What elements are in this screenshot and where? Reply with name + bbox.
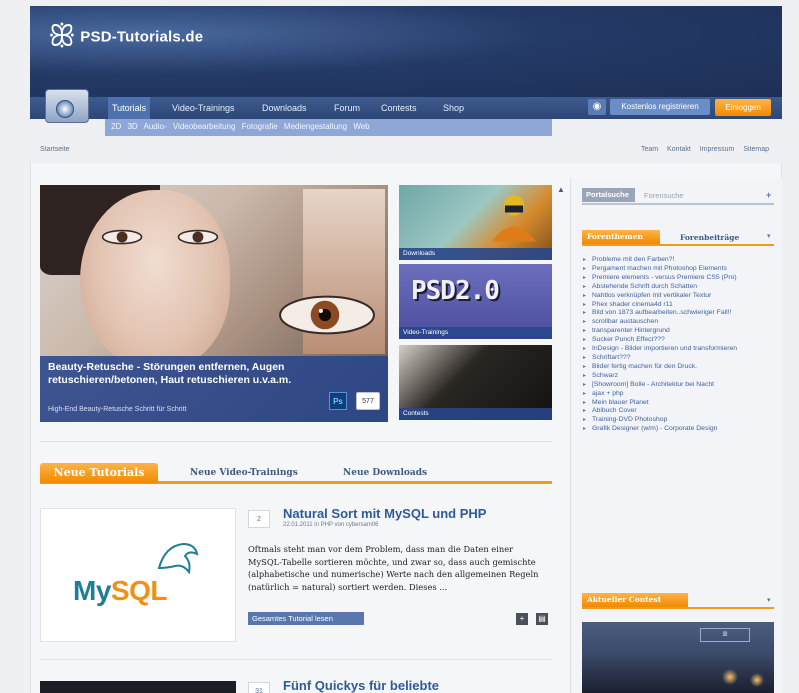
register-button[interactable]: Kostenlos registrieren (610, 99, 710, 115)
breadcrumb[interactable]: Startseite (40, 146, 70, 153)
list-item[interactable]: ▸ Schwarz (582, 372, 777, 381)
subnav-mediengestaltung[interactable]: Mediengestaltung (284, 122, 347, 131)
eye-closeup-image (279, 295, 375, 335)
article-number-badge: 2 (248, 510, 270, 528)
utility-kontakt[interactable]: Kontakt (667, 146, 691, 153)
nav-tab-tutorials[interactable]: Tutorials (108, 97, 151, 119)
scroll-up-icon[interactable]: ▲ (557, 185, 565, 194)
hero-title[interactable]: Beauty-Retusche - Störungen entfernen, A… (48, 361, 313, 387)
thumb-downloads[interactable]: Downloads (399, 185, 552, 260)
utility-impressum[interactable]: Impressum (700, 146, 735, 153)
tab-current-contest[interactable]: Aktueller Contest (582, 593, 688, 607)
article-image[interactable] (40, 681, 236, 693)
list-item[interactable]: ▸ Bilder fertig machen für den Druck. (582, 363, 777, 372)
tab-new-video-trainings[interactable]: Neue Video-Trainings (190, 468, 298, 478)
article-excerpt: Oftmals steht man vor dem Problem, dass … (248, 544, 539, 592)
utility-sitemap[interactable]: Sitemap (743, 146, 769, 153)
chevron-down-icon[interactable]: ▾ (767, 596, 771, 604)
subnav-fotografie[interactable]: Fotografie (242, 122, 278, 131)
divider (40, 659, 552, 660)
divider (582, 244, 774, 246)
list-item[interactable]: ▸ ajax + php (582, 390, 777, 399)
thumb-contests-label: Contests (399, 408, 552, 420)
mysql-dolphin-icon (157, 542, 199, 575)
tab-portal-search[interactable]: Portalsuche (582, 188, 635, 202)
divider (582, 607, 774, 609)
list-item[interactable]: ▸ Phex shader cinema4d r11 (582, 301, 777, 310)
tab-forum-search[interactable]: Forensuche (644, 191, 684, 200)
nav-tab-shop[interactable]: Shop (439, 97, 468, 119)
nav-tab-contests[interactable]: Contests (377, 97, 421, 119)
list-item[interactable]: ▸ Mein blauer Planet (582, 399, 777, 408)
list-item[interactable]: ▸ InDesign - Bilder importieren und trans… (582, 345, 777, 354)
subnav-2d[interactable]: 2D (111, 122, 121, 131)
list-item[interactable]: ▸ Probleme mit den Farben?! (582, 256, 777, 265)
pdf-icon[interactable]: ▤ (536, 613, 548, 625)
helmet-person-image (492, 195, 536, 242)
utility-team[interactable]: Team (641, 146, 658, 153)
site-name: PSD-Tutorials.de (80, 28, 204, 46)
login-button[interactable]: Einloggen (715, 99, 771, 116)
list-item[interactable]: ▸ Schriftart??? (582, 354, 777, 363)
tab-new-tutorials[interactable]: Neue Tutorials (40, 463, 158, 483)
list-item[interactable]: ▸ Abibuch Cover (582, 407, 777, 416)
list-item[interactable]: ▸ Training-DVD Photoshop (582, 416, 777, 425)
tutorial-category-icon (45, 89, 89, 123)
thumb-downloads-label: Downloads (399, 248, 552, 260)
list-item[interactable]: ▸ Pergament machen mit Photoshop Elements (582, 265, 777, 274)
mysql-logo: MySQL (73, 575, 167, 607)
hero-eyes-image (101, 229, 219, 245)
article-title[interactable]: Fünf Quickys für beliebte (283, 678, 439, 693)
thumb-video-label: Video-Trainings (399, 327, 552, 339)
list-item[interactable]: ▸ transparenter Hintergrund (582, 327, 777, 336)
subnav-web[interactable]: Web (353, 122, 369, 131)
page: ꕥ PSD-Tutorials.de Tutorials Video-Train… (0, 0, 799, 693)
chevron-down-icon[interactable]: ▾ (767, 232, 771, 240)
list-item[interactable]: ▸ Sucker Punch Effect??? (582, 336, 777, 345)
site-header (30, 6, 782, 98)
list-item[interactable]: ▸ Abstehende Schrift durch Schatten (582, 283, 777, 292)
article-number-badge: 31 (248, 682, 270, 693)
photoshop-icon: Ps (329, 392, 347, 410)
read-more-button[interactable]: Gesamtes Tutorial lesen (248, 612, 364, 625)
article-meta: 22.01.2011 in PHP von cybersam06 (283, 522, 379, 528)
forum-topic-list: ▸ Probleme mit den Farben?! ▸ Pergament ma… (582, 256, 777, 434)
comment-count-badge[interactable]: 577 (356, 392, 380, 410)
list-item[interactable]: ▸ [Showroom] Bolle - Architektur bei Nach… (582, 381, 777, 390)
site-logo[interactable]: ꕥ PSD-Tutorials.de (48, 22, 203, 52)
hero-subtitle: High-End Beauty-Retusche Schritt für Sch… (48, 406, 187, 413)
utility-links: Team Kontakt Impressum Sitemap (634, 146, 769, 153)
list-item[interactable]: ▸ Nahtlos verknüpfen mit vertikaler Textu… (582, 292, 777, 301)
eye-icon[interactable]: ◉ (588, 99, 606, 115)
tab-new-downloads[interactable]: Neue Downloads (343, 468, 427, 478)
nav-tab-downloads[interactable]: Downloads (258, 97, 311, 119)
subnav-audio[interactable]: Audio- (143, 122, 166, 131)
list-item[interactable]: ▸ Bild von 1873 aufbearbeiten..schwierige… (582, 309, 777, 318)
list-item[interactable]: ▸ scrollbar austauschen (582, 318, 777, 327)
tab-forum-posts[interactable]: Forenbeiträge (680, 233, 739, 242)
list-item[interactable]: ▸ Grafik Designer (w/m) - Corporate Desig… (582, 425, 777, 434)
tab-forum-topics[interactable]: Forenthemen (582, 230, 660, 244)
nav-tab-video-trainings[interactable]: Video-Trainings (168, 97, 239, 119)
expand-plus-icon[interactable]: + (766, 190, 771, 200)
add-icon[interactable]: + (516, 613, 528, 625)
sub-nav: 2D 3D Audio- Videobearbeitung Fotografie… (105, 119, 552, 136)
divider (582, 203, 774, 205)
subnav-3d[interactable]: 3D (127, 122, 137, 131)
article-title[interactable]: Natural Sort mit MySQL und PHP (283, 506, 486, 521)
mysql-logo-sql: SQL (110, 575, 168, 606)
thumb-video-big-text: PSD2.0 (411, 276, 500, 306)
contest-logo-icon: ꕥ (700, 628, 750, 642)
divider (40, 441, 552, 442)
butterfly-icon: ꕥ (48, 19, 76, 54)
nav-tab-forum[interactable]: Forum (330, 97, 364, 119)
subnav-video[interactable]: Videobearbeitung (173, 122, 236, 131)
thumb-contests[interactable]: Contests (399, 345, 552, 420)
mysql-logo-my: My (73, 575, 111, 606)
list-item[interactable]: ▸ Premiere elements - versus Premiere CS5… (582, 274, 777, 283)
thumb-video-trainings[interactable]: PSD2.0 Video-Trainings (399, 264, 552, 339)
